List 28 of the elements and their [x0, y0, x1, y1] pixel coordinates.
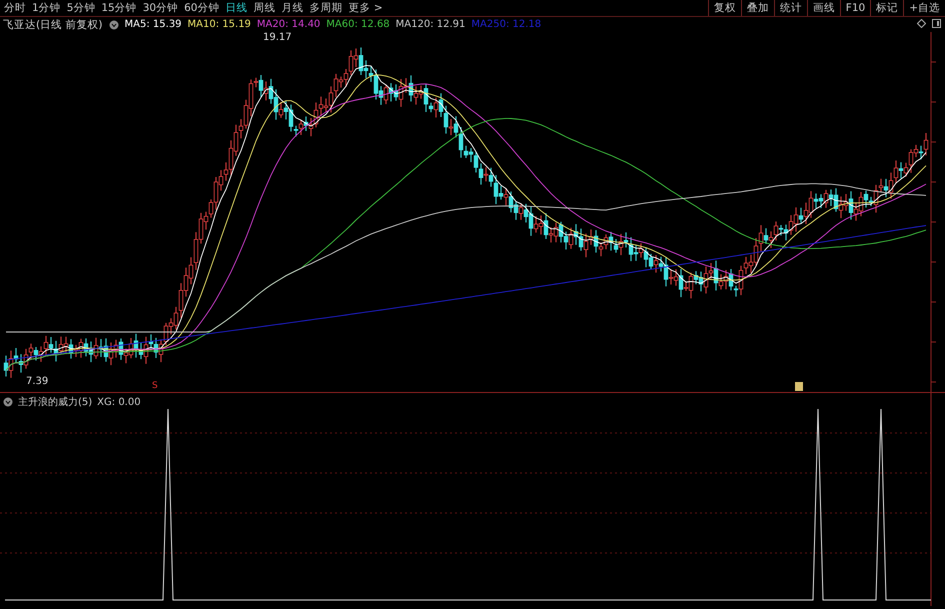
period-tab[interactable]: 日线	[226, 1, 248, 15]
indicator-reading: XG: 0.00	[97, 396, 141, 408]
stock-title: 飞亚达(日线 前复权)	[3, 18, 103, 32]
moving-average-label: MA5: 15.39	[124, 19, 182, 30]
diamond-icon[interactable]	[917, 19, 926, 28]
moving-average-label: MA120: 12.91	[396, 19, 466, 30]
period-tab[interactable]: 分时	[4, 1, 26, 15]
period-tab[interactable]: 周线	[254, 1, 276, 15]
period-tab[interactable]: 30分钟	[142, 1, 178, 15]
panel-toggle-icon[interactable]	[932, 19, 941, 28]
signal-label: S	[152, 381, 158, 391]
collapse-icon[interactable]	[108, 20, 119, 30]
period-tab[interactable]: 多周期	[310, 1, 342, 15]
period-tab[interactable]: 15分钟	[101, 1, 137, 15]
period-tab[interactable]: 更多 >	[348, 1, 383, 15]
period-tab[interactable]: 5分钟	[66, 1, 96, 15]
moving-average-label: MA60: 12.68	[326, 19, 390, 30]
high-price-label: 19.17	[263, 32, 292, 43]
collapse-icon[interactable]	[3, 397, 13, 407]
period-tab[interactable]: 60分钟	[184, 1, 220, 15]
period-tab[interactable]: 月线	[282, 1, 304, 15]
moving-average-label: MA20: 14.40	[256, 19, 320, 30]
moving-average-label: MA250: 12.18	[471, 19, 542, 30]
period-tab[interactable]: 1分钟	[32, 1, 61, 15]
moving-average-label: MA10: 15.19	[188, 19, 251, 30]
low-price-label: 7.39	[26, 376, 48, 387]
indicator-title: 主升浪的威力(5)	[18, 396, 92, 409]
buy-marker-icon	[795, 382, 803, 391]
